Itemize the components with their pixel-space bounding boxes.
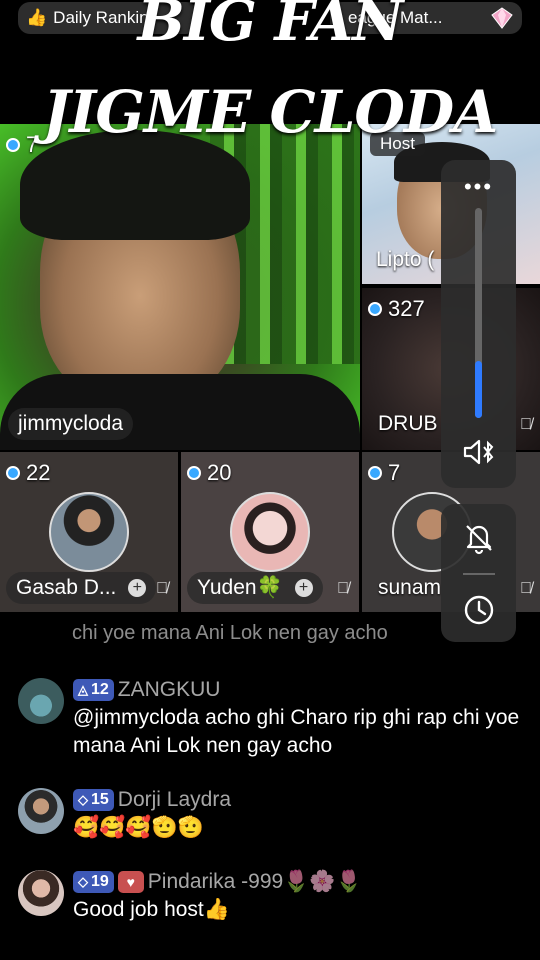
viewer-count-value: 22	[26, 460, 51, 485]
participant-name[interactable]: Yuden🍀 +	[187, 572, 323, 604]
participant-name[interactable]: jimmycloda	[8, 408, 134, 440]
avatar[interactable]	[18, 788, 64, 834]
level-gem-icon: ◇	[78, 792, 88, 807]
more-options-button[interactable]: •••	[441, 174, 516, 200]
participant-name[interactable]: sunam	[368, 572, 451, 604]
overlay-title-line2: JIGME CLODA	[42, 78, 498, 146]
chat-text: Good job host👍	[73, 898, 230, 921]
participant-name[interactable]: Gasab D... +	[6, 572, 156, 604]
mic-muted-icon: 🎙̸	[156, 580, 168, 597]
video-tile-gasab[interactable]: 22 Gasab D... + 🎙̸	[0, 452, 178, 612]
mic-muted-icon: 🎙̸	[520, 580, 532, 597]
video-tile-jimmycloda[interactable]: 7 jimmycloda	[0, 124, 360, 450]
chat-username[interactable]: ZANGKUU	[118, 678, 221, 702]
panel-divider	[463, 573, 495, 575]
participant-name-text: jimmycloda	[18, 412, 124, 435]
overlay-title-line1: BIG FAN	[137, 0, 404, 54]
viewer-count-value: 7	[388, 460, 401, 485]
host-name[interactable]: Lipto (	[366, 244, 444, 276]
level-badge: ◇ 15	[73, 789, 114, 811]
participant-avatar	[230, 492, 310, 572]
chat-message-header: ◇ 19 ♥ Pindarika -999🌷🌸🌷	[73, 870, 362, 894]
level-badge: ◬ 12	[73, 679, 114, 701]
follow-plus-button[interactable]: +	[294, 579, 313, 597]
viewer-dot-icon	[368, 466, 382, 480]
volume-slider[interactable]	[475, 208, 482, 418]
viewer-count: 327	[368, 296, 425, 322]
viewer-count-value: 327	[388, 296, 425, 321]
host-name-text: Lipto (	[376, 248, 435, 271]
participant-name-text: Gasab D...	[16, 576, 117, 599]
level-badge: ◇ 19	[73, 871, 114, 893]
avatar[interactable]	[18, 678, 64, 724]
actions-panel	[441, 504, 516, 642]
fan-heart-badge-icon: ♥	[117, 871, 144, 893]
mic-muted-icon: 🎙̸	[337, 580, 349, 597]
avatar[interactable]	[18, 870, 64, 916]
mic-muted-icon: 🎙̸	[520, 416, 532, 433]
chat-username[interactable]: Dorji Laydra	[118, 788, 231, 812]
chat-text: 🥰🥰🥰🫡🫡	[73, 816, 204, 839]
participant-avatar	[49, 492, 129, 572]
viewer-dot-icon	[187, 466, 201, 480]
chat-message[interactable]: ◇ 19 ♥ Pindarika -999🌷🌸🌷 Good job host👍	[18, 870, 518, 930]
clock-icon[interactable]	[461, 592, 497, 628]
volume-slider-fill	[475, 361, 482, 418]
chat-username[interactable]: Pindarika -999🌷🌸🌷	[148, 870, 362, 894]
participant-name-text: sunam	[378, 576, 442, 599]
viewer-count-value: 20	[207, 460, 232, 485]
viewer-dot-icon	[368, 302, 382, 316]
chat-message[interactable]: ◬ 12 ZANGKUU @jimmycloda acho ghi Charo r…	[18, 678, 519, 768]
viewer-count: 7	[368, 460, 400, 486]
level-value: 15	[91, 791, 109, 808]
participant-name-text: Yuden🍀	[197, 576, 283, 599]
level-value: 19	[91, 873, 109, 890]
chat-text: @jimmycloda acho ghi Charo rip ghi rap c…	[73, 706, 520, 757]
chat-message-header: ◇ 15 Dorji Laydra	[73, 788, 231, 812]
follow-plus-button[interactable]: +	[128, 579, 147, 597]
bell-off-icon[interactable]	[461, 520, 497, 556]
video-tile-yuden[interactable]: 20 Yuden🍀 + 🎙̸	[181, 452, 359, 612]
level-gem-icon: ◇	[78, 874, 88, 889]
chat-faded-line: chi yoe mana Ani Lok nen gay acho	[72, 622, 388, 644]
viewer-count: 20	[187, 460, 231, 486]
volume-panel: •••	[441, 160, 516, 488]
viewer-count: 22	[6, 460, 50, 486]
level-gem-icon: ◬	[78, 682, 88, 697]
participant-name-text: DRUB	[378, 412, 438, 435]
chat-message[interactable]: ◇ 15 Dorji Laydra 🥰🥰🥰🫡🫡	[18, 788, 518, 848]
viewer-dot-icon	[6, 466, 20, 480]
level-value: 12	[91, 681, 109, 698]
streamer-hair	[20, 130, 250, 240]
chat-message-header: ◬ 12 ZANGKUU	[73, 678, 220, 702]
speaker-bluetooth-icon[interactable]	[461, 436, 497, 468]
participant-name[interactable]: DRUB	[368, 408, 448, 440]
